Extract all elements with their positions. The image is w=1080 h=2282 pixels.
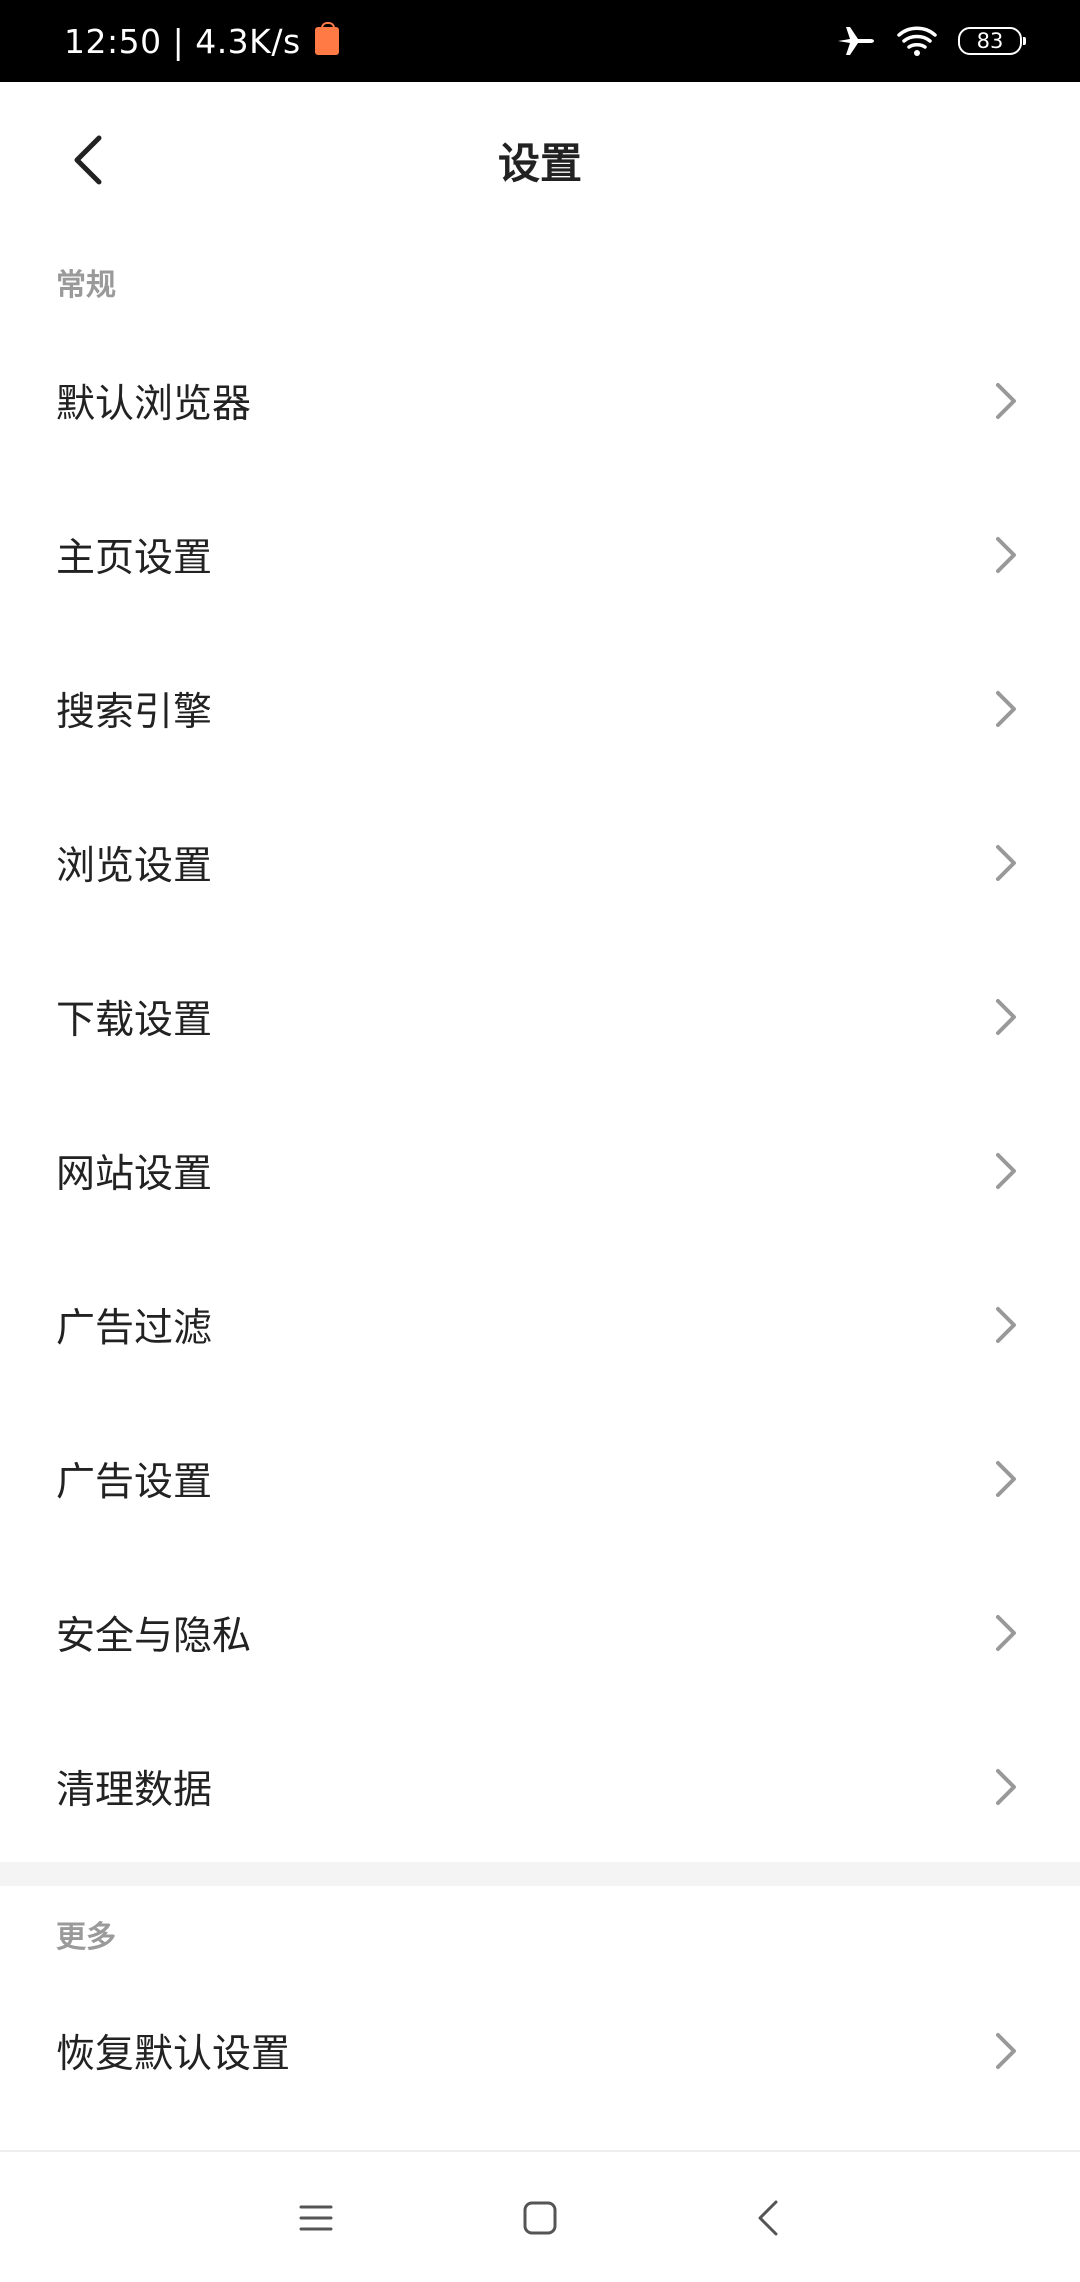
chevron-right-icon — [996, 1461, 1016, 1497]
settings-item-homepage[interactable]: 主页设置 — [0, 478, 1080, 632]
settings-item-restore-defaults[interactable]: 恢复默认设置 — [0, 1974, 1080, 2128]
section-header-more: 更多 — [56, 1920, 116, 1955]
settings-item-label: 网站设置 — [56, 1152, 213, 1197]
section-header-general: 常规 — [56, 268, 116, 303]
nav-menu-button[interactable] — [280, 2182, 352, 2254]
settings-item-clear-data[interactable]: 清理数据 — [0, 1710, 1080, 1864]
settings-item-label: 浏览设置 — [56, 844, 213, 889]
nav-home-button[interactable] — [504, 2182, 576, 2254]
back-triangle-icon — [758, 2200, 778, 2236]
battery-indicator: 83 — [958, 27, 1026, 55]
status-bar: 12:50 | 4.3K/s 83 — [0, 0, 1080, 82]
airplane-icon — [838, 27, 874, 55]
battery-level: 83 — [976, 29, 1004, 53]
system-nav-bar — [0, 2150, 1080, 2282]
wifi-icon — [897, 26, 937, 56]
chevron-right-icon — [996, 845, 1016, 881]
status-right: 83 — [836, 0, 1026, 82]
chevron-right-icon — [996, 691, 1016, 727]
settings-item-label: 安全与隐私 — [56, 1614, 252, 1659]
settings-item-download[interactable]: 下载设置 — [0, 940, 1080, 1094]
settings-item-default-browser[interactable]: 默认浏览器 — [0, 324, 1080, 478]
chevron-right-icon — [996, 1153, 1016, 1189]
chevron-right-icon — [996, 537, 1016, 573]
status-left: 12:50 | 4.3K/s — [64, 0, 339, 82]
settings-item-label: 广告设置 — [56, 1460, 213, 1505]
chevron-right-icon — [996, 999, 1016, 1035]
chevron-right-icon — [996, 1615, 1016, 1651]
settings-item-ad-settings[interactable]: 广告设置 — [0, 1402, 1080, 1556]
settings-item-label: 广告过滤 — [56, 1306, 213, 1351]
chevron-right-icon — [996, 2033, 1016, 2069]
shop-bag-icon — [314, 22, 339, 55]
menu-icon — [299, 2205, 333, 2231]
app-header: 设置 — [0, 82, 1080, 238]
chevron-right-icon — [996, 383, 1016, 419]
nav-back-button[interactable] — [732, 2182, 804, 2254]
settings-item-browsing[interactable]: 浏览设置 — [0, 786, 1080, 940]
settings-item-label: 恢复默认设置 — [56, 2032, 291, 2077]
settings-item-security-privacy[interactable]: 安全与隐私 — [0, 1556, 1080, 1710]
settings-item-label: 清理数据 — [56, 1768, 213, 1813]
settings-item-ad-filter[interactable]: 广告过滤 — [0, 1248, 1080, 1402]
chevron-right-icon — [996, 1307, 1016, 1343]
settings-item-search-engine[interactable]: 搜索引擎 — [0, 632, 1080, 786]
chevron-right-icon — [996, 1769, 1016, 1805]
settings-item-label: 下载设置 — [56, 998, 213, 1043]
status-time-speed: 12:50 | 4.3K/s — [64, 21, 301, 61]
settings-item-label: 默认浏览器 — [56, 382, 252, 427]
settings-item-label: 搜索引擎 — [56, 690, 213, 735]
settings-item-label: 主页设置 — [56, 536, 213, 581]
page-title: 设置 — [497, 138, 582, 188]
settings-item-website[interactable]: 网站设置 — [0, 1094, 1080, 1248]
section-divider — [0, 1862, 1080, 1886]
square-home-icon — [523, 2201, 557, 2235]
chevron-left-icon — [74, 135, 102, 185]
back-button[interactable] — [56, 124, 120, 196]
